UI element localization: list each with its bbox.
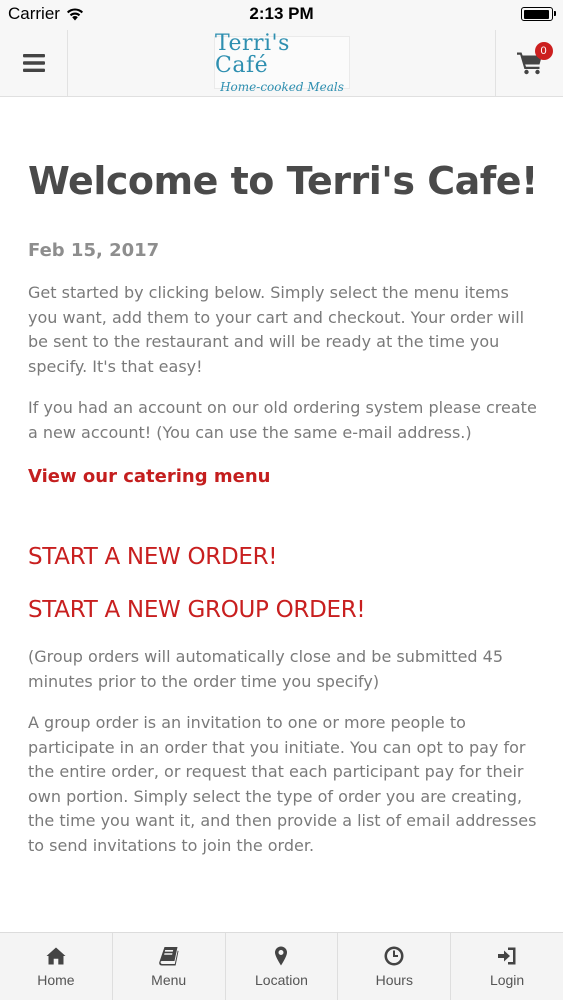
clock-icon: [384, 946, 404, 965]
post-date: Feb 15, 2017: [28, 240, 160, 261]
tab-menu-label: Menu: [151, 971, 187, 988]
tab-home-label: Home: [37, 971, 75, 988]
bottom-tab-bar: Home Menu Location Hours Login: [0, 932, 563, 1000]
tab-location-label: Location: [255, 971, 308, 988]
group-order-note: (Group orders will automatically close a…: [28, 647, 504, 691]
sign-in-icon: [498, 947, 516, 964]
page-title: Welcome to Terri's Cafe!: [28, 159, 538, 203]
battery-icon: [521, 7, 556, 21]
hamburger-icon: [22, 54, 45, 72]
tab-menu[interactable]: Menu: [113, 933, 226, 1000]
tab-home[interactable]: Home: [0, 933, 113, 1000]
battery-level: [523, 9, 550, 19]
status-time: 2:13 PM: [249, 4, 314, 23]
tab-hours[interactable]: Hours: [338, 933, 452, 1000]
start-group-order-link[interactable]: START A NEW GROUP ORDER!: [28, 597, 538, 623]
tab-hours-label: Hours: [375, 971, 413, 988]
cafe-logo[interactable]: Terri's Café Home-cooked Meals: [214, 30, 350, 93]
main-content: Welcome to Terri's Cafe! Feb 15, 2017 Ge…: [28, 98, 538, 858]
group-order-description: A group order is an invitation to one or…: [28, 713, 537, 855]
logo-subtitle: Home-cooked Meals: [220, 79, 344, 94]
home-icon: [46, 947, 66, 964]
tab-location[interactable]: Location: [226, 933, 339, 1000]
account-note: If you had an account on our old orderin…: [28, 398, 537, 442]
tab-login-label: Login: [489, 971, 525, 988]
cart-count-badge: 0: [534, 42, 553, 60]
app-header: Terri's Café Home-cooked Meals 0: [0, 30, 563, 97]
intro-text: Get started by clicking below. Simply se…: [28, 283, 525, 376]
catering-menu-link[interactable]: View our catering menu: [28, 466, 270, 487]
cart-icon-wrap: 0: [516, 42, 553, 75]
map-marker-icon: [275, 946, 288, 965]
tab-login[interactable]: Login: [451, 933, 563, 1000]
start-new-order-link[interactable]: START A NEW ORDER!: [28, 544, 538, 570]
menu-button[interactable]: [0, 30, 68, 96]
cart-button[interactable]: 0: [495, 30, 563, 96]
status-bar: Carrier 2:13 PM: [0, 0, 563, 30]
logo-title: Terri's Café: [215, 30, 290, 78]
book-icon: [158, 946, 179, 965]
